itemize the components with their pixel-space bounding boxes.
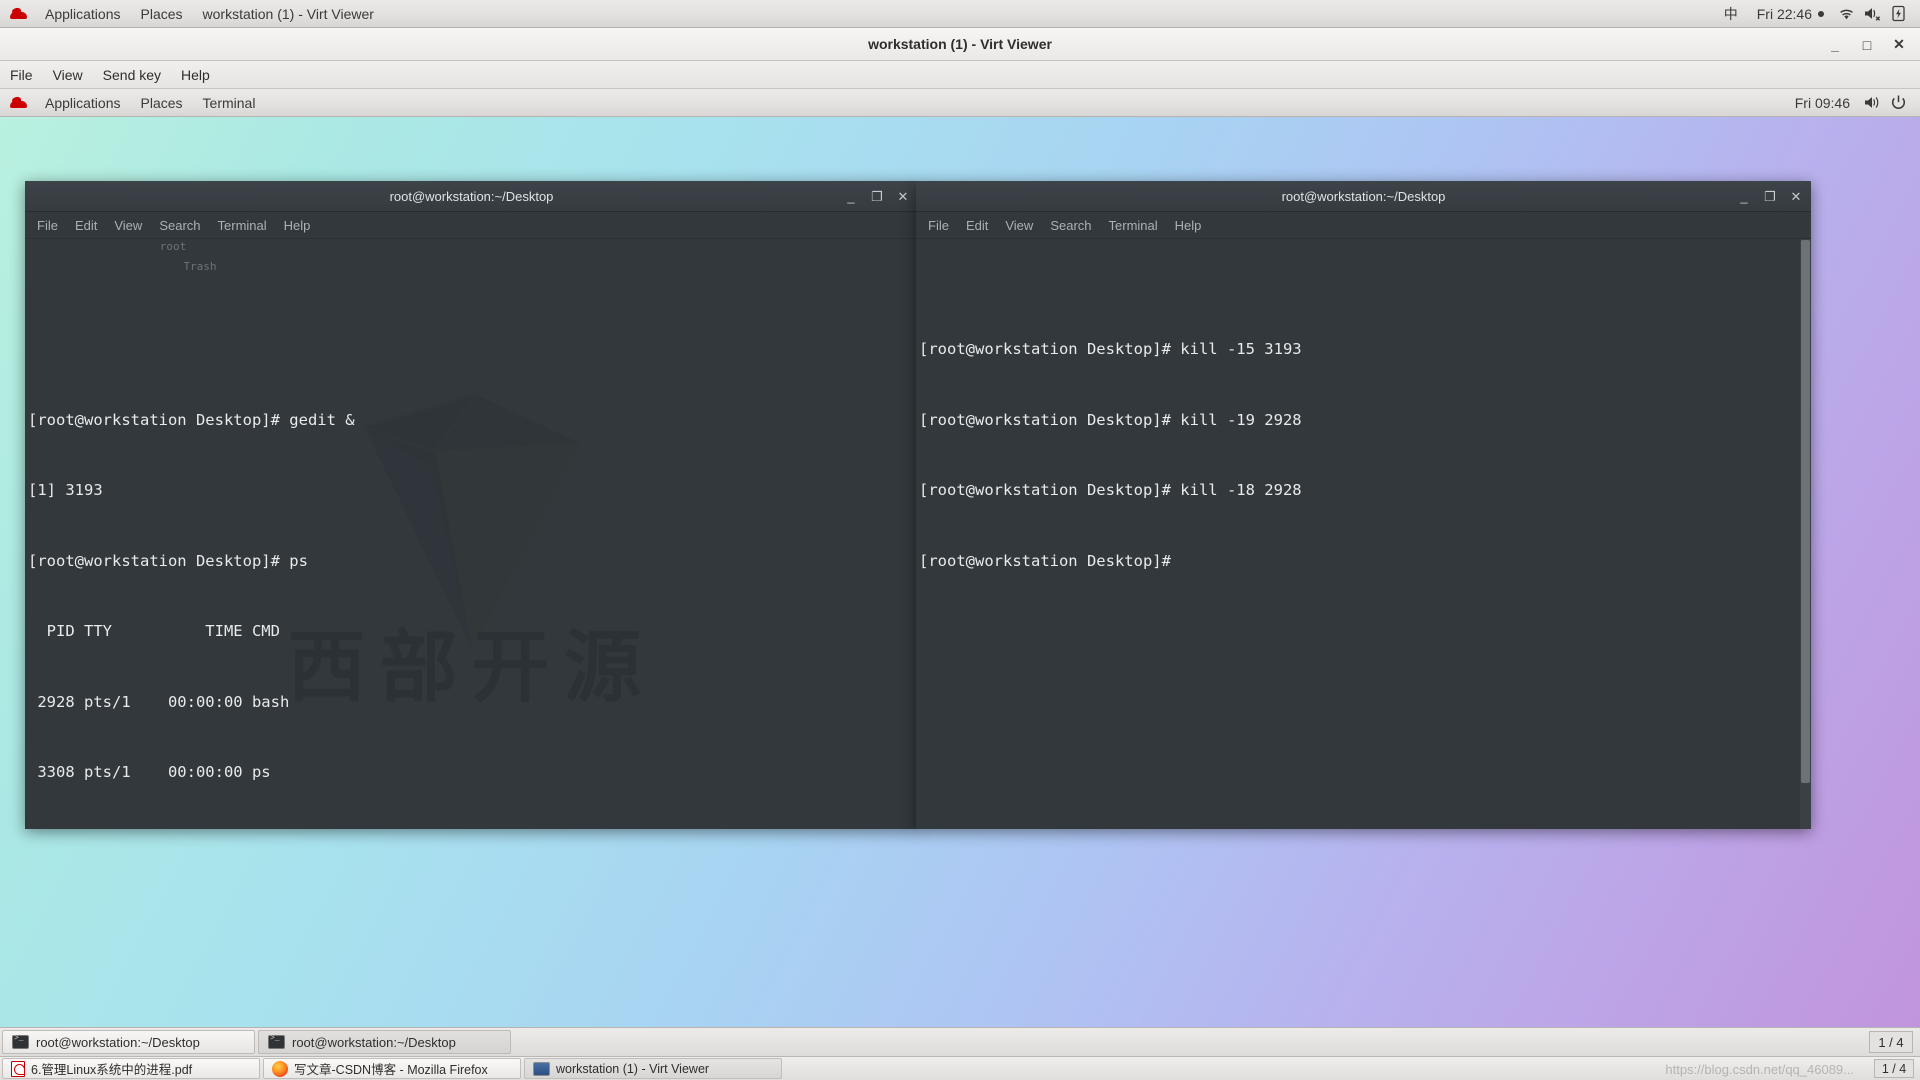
terminal-left-output[interactable]: 西部开源 root Trash [root@workstation Deskto…: [25, 239, 918, 829]
host-top-panel: Applications Places workstation (1) - Vi…: [0, 0, 1920, 28]
guest-task-label: root@workstation:~/Desktop: [36, 1035, 200, 1050]
terminal-line: [root@workstation Desktop]# kill -15 319…: [919, 338, 1811, 362]
terminal-left-window-controls: _ ❐ ✕: [844, 181, 910, 212]
guest-menu-applications[interactable]: Applications: [35, 91, 131, 115]
terminal-right-output[interactable]: [root@workstation Desktop]# kill -15 319…: [916, 239, 1811, 829]
guest-panel-tray: Fri 09:46: [1787, 92, 1920, 114]
host-taskbar: 6.管理Linux系统中的进程.pdf 写文章-CSDN博客 - Mozilla…: [0, 1056, 1920, 1080]
host-task-button-firefox[interactable]: 写文章-CSDN博客 - Mozilla Firefox: [263, 1058, 521, 1079]
terminal-window-left[interactable]: root@workstation:~/Desktop _ ❐ ✕ File Ed…: [25, 181, 918, 829]
terminal-line: 2928 pts/1 00:00:00 bash: [28, 691, 918, 715]
ime-indicator[interactable]: 中: [1715, 1, 1747, 27]
virt-viewer-icon: [533, 1062, 550, 1076]
host-workspace-indicator[interactable]: 1 / 4: [1874, 1059, 1914, 1078]
term-menu-file[interactable]: File: [30, 215, 65, 236]
terminal-right-title: root@workstation:~/Desktop: [1282, 189, 1446, 204]
minimize-icon[interactable]: _: [1737, 189, 1751, 204]
terminal-right-titlebar: root@workstation:~/Desktop _ ❐ ✕: [916, 181, 1811, 212]
host-task-button-pdf[interactable]: 6.管理Linux系统中的进程.pdf: [2, 1058, 260, 1079]
term-menu-search[interactable]: Search: [1043, 215, 1098, 236]
firefox-icon: [272, 1061, 288, 1077]
guest-taskbar: root@workstation:~/Desktop root@workstat…: [0, 1027, 1920, 1056]
terminal-left-title: root@workstation:~/Desktop: [390, 189, 554, 204]
maximize-icon[interactable]: ❐: [870, 189, 884, 205]
guest-task-button-terminal-2[interactable]: root@workstation:~/Desktop: [258, 1030, 511, 1054]
term-menu-search[interactable]: Search: [152, 215, 207, 236]
vv-menu-view[interactable]: View: [43, 63, 93, 87]
terminal-line: [1] 3193: [28, 479, 918, 503]
term-menu-terminal[interactable]: Terminal: [1102, 215, 1165, 236]
minimize-icon[interactable]: _: [844, 189, 858, 204]
host-task-label: workstation (1) - Virt Viewer: [556, 1062, 709, 1076]
vv-menu-send-key[interactable]: Send key: [93, 63, 171, 87]
terminal-line: [root@workstation Desktop]# gedit &: [28, 409, 918, 433]
vv-menu-file[interactable]: File: [0, 63, 43, 87]
host-task-button-virt-viewer[interactable]: workstation (1) - Virt Viewer: [524, 1058, 782, 1079]
guest-clock[interactable]: Fri 09:46: [1787, 92, 1858, 114]
guest-task-button-terminal-1[interactable]: root@workstation:~/Desktop: [2, 1030, 255, 1054]
vv-menu-help[interactable]: Help: [171, 63, 220, 87]
guest-redhat-logo-icon[interactable]: [9, 96, 29, 110]
terminal-line: [root@workstation Desktop]# ps: [28, 550, 918, 574]
term-menu-file[interactable]: File: [921, 215, 956, 236]
terminal-left-titlebar: root@workstation:~/Desktop _ ❐ ✕: [25, 181, 918, 212]
power-icon[interactable]: [1886, 93, 1910, 113]
close-icon[interactable]: ✕: [896, 189, 910, 205]
maximize-icon[interactable]: □: [1852, 32, 1882, 58]
term-menu-edit[interactable]: Edit: [68, 215, 104, 236]
host-task-label: 写文章-CSDN博客 - Mozilla Firefox: [294, 1059, 488, 1078]
terminal-line: [root@workstation Desktop]# kill -18 292…: [919, 479, 1811, 503]
virt-viewer-menubar: File View Send key Help: [0, 61, 1920, 89]
virt-viewer-titlebar: workstation (1) - Virt Viewer _ □ ✕: [0, 28, 1920, 61]
speaker-muted-icon[interactable]: [1860, 4, 1884, 24]
host-task-label: 6.管理Linux系统中的进程.pdf: [31, 1059, 192, 1078]
maximize-icon[interactable]: ❐: [1763, 189, 1777, 205]
host-active-window-title[interactable]: workstation (1) - Virt Viewer: [193, 2, 384, 26]
host-menu-places[interactable]: Places: [131, 2, 193, 26]
pdf-icon: [11, 1061, 25, 1077]
virt-viewer-title: workstation (1) - Virt Viewer: [868, 36, 1052, 52]
screen: Applications Places workstation (1) - Vi…: [0, 0, 1920, 1080]
terminal-window-right[interactable]: root@workstation:~/Desktop _ ❐ ✕ File Ed…: [916, 181, 1811, 829]
terminal-left-menubar: File Edit View Search Terminal Help: [25, 212, 918, 239]
host-clock[interactable]: Fri 22:46: [1749, 3, 1832, 25]
speaker-icon[interactable]: [1860, 93, 1884, 113]
minimize-icon[interactable]: _: [1820, 32, 1850, 58]
terminal-line: PID TTY TIME CMD: [28, 620, 918, 644]
battery-charging-icon[interactable]: [1886, 4, 1910, 24]
terminal-line: [root@workstation Desktop]# kill -19 292…: [919, 409, 1811, 433]
guest-desktop: Applications Places Terminal Fri 09:46 r…: [0, 89, 1920, 1056]
terminal-right-window-controls: _ ❐ ✕: [1737, 181, 1803, 212]
guest-workspace-indicator[interactable]: 1 / 4: [1869, 1031, 1913, 1053]
guest-top-panel: Applications Places Terminal Fri 09:46: [0, 89, 1920, 117]
terminal-left-lines: [root@workstation Desktop]# gedit & [1] …: [28, 362, 918, 830]
redhat-logo-icon[interactable]: [9, 7, 29, 21]
close-icon[interactable]: ✕: [1884, 32, 1914, 58]
virt-viewer-window-controls: _ □ ✕: [1820, 28, 1914, 61]
host-menu-applications[interactable]: Applications: [35, 2, 131, 26]
host-panel-tray: 中 Fri 22:46: [1715, 1, 1920, 27]
term-menu-terminal[interactable]: Terminal: [211, 215, 274, 236]
terminal-line: [root@workstation Desktop]#: [919, 550, 1811, 574]
terminal-right-menubar: File Edit View Search Terminal Help: [916, 212, 1811, 239]
guest-task-label: root@workstation:~/Desktop: [292, 1035, 456, 1050]
terminal-right-lines: [root@workstation Desktop]# kill -15 319…: [919, 291, 1811, 620]
term-menu-help[interactable]: Help: [1168, 215, 1209, 236]
csdn-watermark: https://blog.csdn.net/qq_46089...: [1665, 1062, 1854, 1077]
term-menu-edit[interactable]: Edit: [959, 215, 995, 236]
close-icon[interactable]: ✕: [1789, 189, 1803, 205]
guest-menu-terminal[interactable]: Terminal: [193, 91, 266, 115]
terminal-icon: [12, 1035, 29, 1049]
terminal-icon: [268, 1035, 285, 1049]
host-clock-label: Fri 22:46: [1757, 6, 1812, 22]
term-menu-help[interactable]: Help: [277, 215, 318, 236]
terminal-line: 3308 pts/1 00:00:00 ps: [28, 761, 918, 785]
desktop-icon-trash: Trash: [170, 255, 230, 279]
term-menu-view[interactable]: View: [107, 215, 149, 236]
guest-menu-places[interactable]: Places: [131, 91, 193, 115]
term-menu-view[interactable]: View: [998, 215, 1040, 236]
notification-dot-icon: [1818, 11, 1824, 17]
wifi-icon[interactable]: [1834, 4, 1858, 24]
